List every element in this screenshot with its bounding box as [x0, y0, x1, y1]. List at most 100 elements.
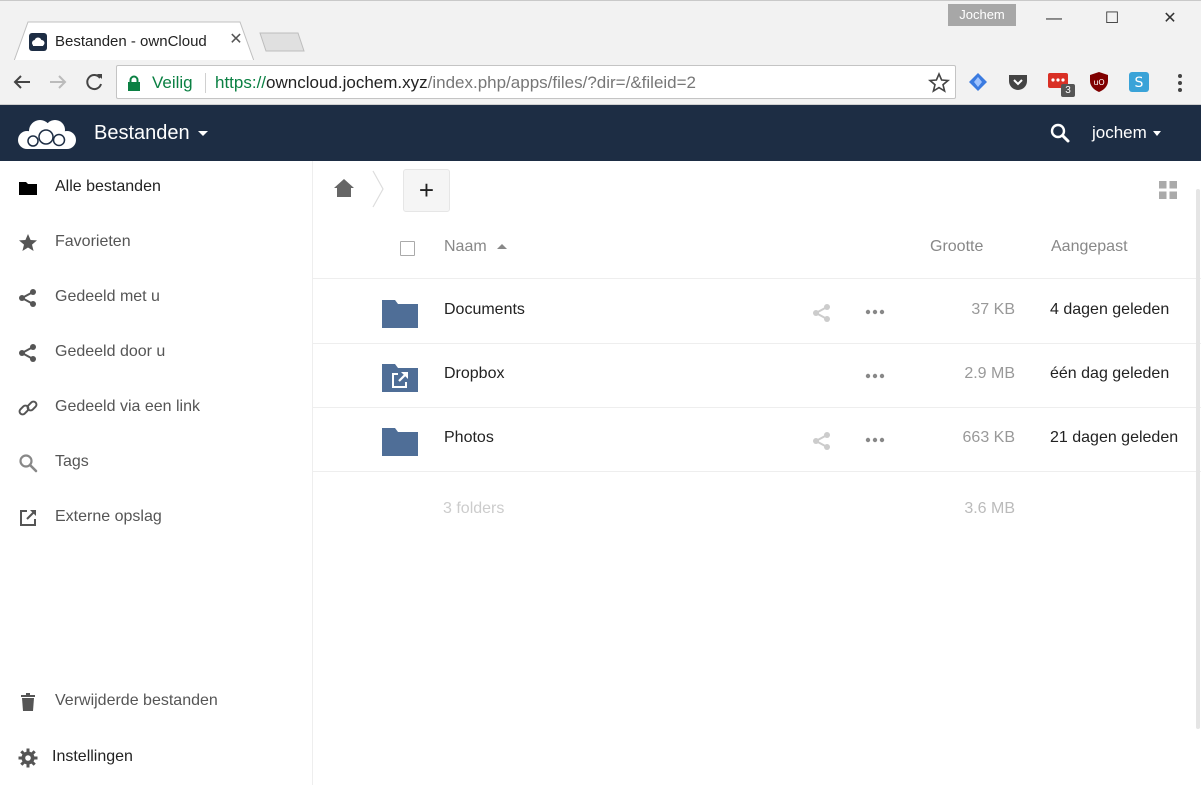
sidebar-item-label: Verwijderde bestanden — [55, 692, 218, 709]
new-file-button[interactable]: + — [403, 169, 450, 212]
sidebar-item-label: Gedeeld door u — [55, 343, 166, 360]
sidebar-item-label: Alle bestanden — [55, 178, 161, 195]
sidebar-item-shared-by-you[interactable]: Gedeeld door u — [0, 331, 312, 375]
omnibox-divider — [205, 73, 206, 93]
more-actions-icon[interactable] — [864, 302, 886, 322]
column-name-label: Naam — [444, 238, 487, 255]
sidebar-item-deleted-files[interactable]: Verwijderde bestanden — [0, 680, 312, 724]
share-icon — [19, 289, 36, 307]
scrollbar[interactable] — [1196, 189, 1200, 729]
file-modified: 4 dagen geleden — [1050, 301, 1170, 318]
table-row[interactable]: Photos 663 KB 21 dagen geleden — [313, 408, 1201, 472]
share-icon[interactable] — [812, 303, 832, 323]
url-path: /index.php/apps/files/?dir=/&fileid=2 — [427, 73, 697, 92]
sidebar-item-tags[interactable]: Tags — [0, 441, 312, 485]
table-row[interactable]: Dropbox 2.9 MB één dag geleden — [313, 344, 1201, 408]
summary-folder-count: 3 folders — [443, 500, 505, 517]
sidebar-item-shared-with-you[interactable]: Gedeeld met u — [0, 276, 312, 320]
chevron-down-icon — [197, 131, 208, 137]
grid-view-icon[interactable] — [1158, 180, 1178, 200]
select-all-checkbox[interactable] — [400, 241, 415, 256]
tab-title: Bestanden - ownCloud — [55, 33, 207, 50]
owncloud-logo-icon[interactable] — [13, 113, 79, 153]
file-size: 2.9 MB — [964, 365, 1015, 382]
file-name: Documents — [444, 301, 525, 318]
lock-icon — [128, 75, 140, 91]
controls-bar: + — [313, 161, 1201, 217]
extension-badge-count: 3 — [1061, 84, 1075, 97]
pocket-icon[interactable] — [1006, 70, 1030, 94]
sidebar-item-label: Favorieten — [55, 233, 131, 250]
star-icon — [19, 234, 37, 251]
column-header-modified[interactable]: Aangepast — [1051, 238, 1128, 256]
sidebar-item-label: Externe opslag — [55, 508, 162, 525]
breadcrumb-separator — [372, 170, 384, 208]
username: jochem — [1092, 123, 1147, 142]
file-size: 37 KB — [971, 301, 1015, 318]
file-name: Dropbox — [444, 365, 505, 382]
bookmark-star-icon[interactable] — [927, 71, 951, 95]
minimize-icon[interactable]: — — [1034, 5, 1074, 33]
browser-tab[interactable]: Bestanden - ownCloud ✕ — [14, 21, 254, 61]
extension-blue-arrow-icon[interactable] — [966, 70, 990, 94]
column-header-name[interactable]: Naam — [444, 238, 507, 256]
url-text: https://owncloud.jochem.xyz/index.php/ap… — [215, 73, 696, 93]
more-actions-icon[interactable] — [864, 430, 886, 450]
app-menu-button[interactable]: Bestanden — [94, 122, 208, 145]
sort-ascending-icon — [496, 244, 507, 250]
sidebar-item-label: Gedeeld met u — [55, 288, 160, 305]
sidebar-item-all-files[interactable]: Alle bestanden — [0, 166, 312, 210]
browser-tab-strip: Bestanden - ownCloud ✕ Jochem — ☐ ✕ — [0, 0, 1201, 61]
share-icon[interactable] — [812, 431, 832, 451]
trash-icon — [21, 693, 35, 711]
owncloud-favicon-icon — [29, 33, 47, 51]
sidebar-item-shared-via-link[interactable]: Gedeeld via een link — [0, 386, 312, 430]
user-menu[interactable]: jochem — [1092, 123, 1161, 143]
file-name: Photos — [444, 429, 494, 446]
forward-arrow-icon[interactable] — [44, 68, 72, 96]
chevron-down-icon — [1152, 131, 1161, 137]
secure-label: Veilig — [152, 73, 193, 92]
file-table-header: Naam Grootte Aangepast — [313, 225, 1201, 279]
file-modified: 21 dagen geleden — [1050, 429, 1179, 446]
new-tab-button[interactable] — [258, 31, 306, 53]
profile-badge[interactable]: Jochem — [948, 4, 1016, 26]
back-arrow-icon[interactable] — [8, 68, 36, 96]
url-host: owncloud.jochem.xyz — [266, 73, 428, 92]
search-icon — [19, 454, 38, 473]
svg-text:uO: uO — [1093, 78, 1104, 87]
more-actions-icon[interactable] — [864, 366, 886, 386]
summary-total-size: 3.6 MB — [964, 500, 1015, 517]
sidebar-item-label: Gedeeld via een link — [55, 398, 200, 415]
file-modified: één dag geleden — [1050, 365, 1170, 382]
home-icon[interactable] — [333, 177, 355, 199]
file-list-area: + Naam Grootte Aangepast Documents 37 KB… — [313, 161, 1201, 785]
folder-icon — [19, 182, 37, 195]
table-row[interactable]: Documents 37 KB 4 dagen geleden — [313, 280, 1201, 344]
reload-icon[interactable] — [80, 68, 108, 96]
svg-text:S: S — [1135, 75, 1144, 91]
extension-s-icon[interactable]: S — [1127, 70, 1151, 94]
sidebar-item-settings[interactable]: Instellingen — [0, 736, 312, 780]
file-size: 663 KB — [962, 429, 1015, 446]
link-icon — [18, 400, 38, 416]
folder-icon — [382, 300, 418, 328]
sidebar-item-label: Instellingen — [52, 748, 133, 765]
column-header-size[interactable]: Grootte — [930, 238, 983, 256]
tab-close-icon[interactable]: ✕ — [228, 31, 244, 49]
browser-toolbar: Veilig https://owncloud.jochem.xyz/index… — [0, 60, 1201, 105]
share-icon — [19, 344, 36, 362]
maximize-icon[interactable]: ☐ — [1092, 5, 1132, 33]
sidebar-item-label: Tags — [55, 453, 89, 470]
url-scheme: https:// — [215, 73, 267, 92]
browser-menu-icon[interactable] — [1172, 70, 1188, 96]
search-icon[interactable] — [1049, 122, 1071, 144]
ublock-icon[interactable]: uO — [1087, 70, 1111, 94]
app-title: Bestanden — [94, 122, 190, 144]
sidebar-item-favorites[interactable]: Favorieten — [0, 221, 312, 265]
window-close-icon[interactable]: ✕ — [1150, 5, 1190, 33]
sidebar-item-external-storage[interactable]: Externe opslag — [0, 496, 312, 540]
address-bar[interactable]: Veilig https://owncloud.jochem.xyz/index… — [116, 65, 956, 99]
external-folder-icon — [382, 364, 418, 392]
folder-icon — [382, 428, 418, 456]
